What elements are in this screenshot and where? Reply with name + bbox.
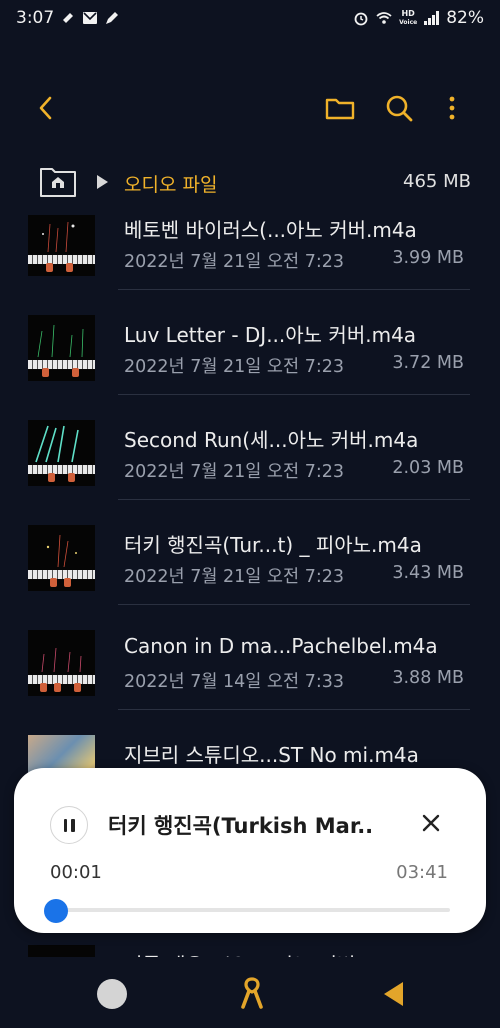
file-date: 2022년 7월 14일 오전 7:33 (124, 672, 344, 692)
file-name: Luv Letter - DJ...아노 커버.m4a (124, 323, 417, 347)
video-thumbnail (28, 215, 95, 276)
now-playing-title: 터키 행진곡(Turkish Mar.. (108, 814, 374, 838)
list-item[interactable]: Second Run(세...아노 커버.m4a 2022년 7월 21일 오전… (0, 395, 500, 500)
more-vert-icon (449, 96, 455, 120)
file-size: 3.88 MB (392, 668, 464, 688)
file-date: 2022년 7월 21일 오전 7:23 (124, 357, 344, 377)
video-thumbnail (28, 315, 95, 381)
seek-bar[interactable] (58, 908, 450, 912)
home-icon[interactable] (97, 979, 127, 1009)
back-button[interactable] (28, 90, 64, 126)
file-name: Canon in D ma...Pachelbel.m4a (124, 634, 438, 658)
pause-button[interactable] (50, 806, 88, 844)
wifi-icon (376, 12, 392, 24)
signal-icon (424, 11, 440, 25)
file-date: 2022년 7월 21일 오전 7:23 (124, 462, 344, 482)
notification-icon (63, 13, 74, 23)
path-breadcrumb: 오디오 파일 465 MB (0, 162, 500, 206)
current-time: 00:01 (50, 862, 102, 883)
mini-player[interactable]: 터키 행진곡(Turkish Mar.. 00:01 03:41 (14, 768, 486, 933)
search-icon (386, 95, 413, 122)
total-time: 03:41 (396, 862, 448, 883)
file-name: 지브리 스튜디오...ST No mi.m4a (124, 743, 419, 767)
ribbon-icon[interactable] (238, 976, 266, 1010)
file-size: 3.72 MB (392, 353, 464, 373)
breadcrumb-arrow-icon (97, 175, 108, 189)
search-button[interactable] (381, 90, 417, 126)
more-options-button[interactable] (434, 90, 470, 126)
video-thumbnail (28, 420, 95, 486)
folder-icon (325, 98, 355, 120)
mail-icon (83, 12, 98, 24)
app-bar (0, 84, 500, 132)
home-folder-icon[interactable] (38, 164, 78, 200)
video-thumbnail (28, 945, 95, 957)
breadcrumb-folder-label[interactable]: 오디오 파일 (124, 170, 217, 197)
pause-icon (63, 818, 67, 832)
close-icon (422, 814, 440, 832)
alarm-icon (354, 12, 368, 26)
folder-button[interactable] (322, 90, 358, 126)
file-name: 베토벤 바이러스(...아노 커버.m4a (124, 218, 417, 242)
file-name: 터키 행진곡(Tur...t) _ 피아노.m4a (124, 533, 422, 557)
list-item[interactable]: 터키 행진곡(Tur...t) _ 피아노.m4a 2022년 7월 21일 오… (0, 500, 500, 605)
edit-icon (106, 12, 119, 24)
voice-label: Voice (399, 18, 418, 26)
navigation-bar (0, 960, 500, 1028)
file-name: 너를 태우고(Ca...아노 커버.m4a (124, 949, 406, 957)
seek-thumb[interactable] (44, 899, 68, 923)
list-item[interactable]: Luv Letter - DJ...아노 커버.m4a 2022년 7월 21일… (0, 290, 500, 395)
close-player-button[interactable] (416, 808, 446, 838)
battery-percent: 82% (446, 8, 484, 28)
video-thumbnail (28, 630, 95, 696)
file-size: 2.03 MB (392, 458, 464, 478)
file-size: 3.43 MB (392, 563, 464, 583)
back-triangle-icon[interactable] (384, 982, 403, 1006)
list-item[interactable]: Canon in D ma...Pachelbel.m4a 2022년 7월 1… (0, 605, 500, 710)
file-name: Second Run(세...아노 커버.m4a (124, 428, 419, 452)
status-time: 3:07 (16, 8, 55, 28)
file-size: 3.99 MB (392, 248, 464, 268)
hd-label: HD (401, 8, 415, 18)
status-bar: 3:07 HD Voice 82% (0, 0, 500, 36)
list-item[interactable]: 베토벤 바이러스(...아노 커버.m4a 2022년 7월 21일 오전 7:… (0, 215, 500, 290)
folder-total-size: 465 MB (403, 171, 471, 192)
hd-voice-badge: HD Voice (399, 8, 418, 27)
video-thumbnail (28, 525, 95, 591)
file-date: 2022년 7월 21일 오전 7:23 (124, 252, 344, 272)
back-icon (39, 96, 52, 120)
file-date: 2022년 7월 21일 오전 7:23 (124, 567, 344, 587)
